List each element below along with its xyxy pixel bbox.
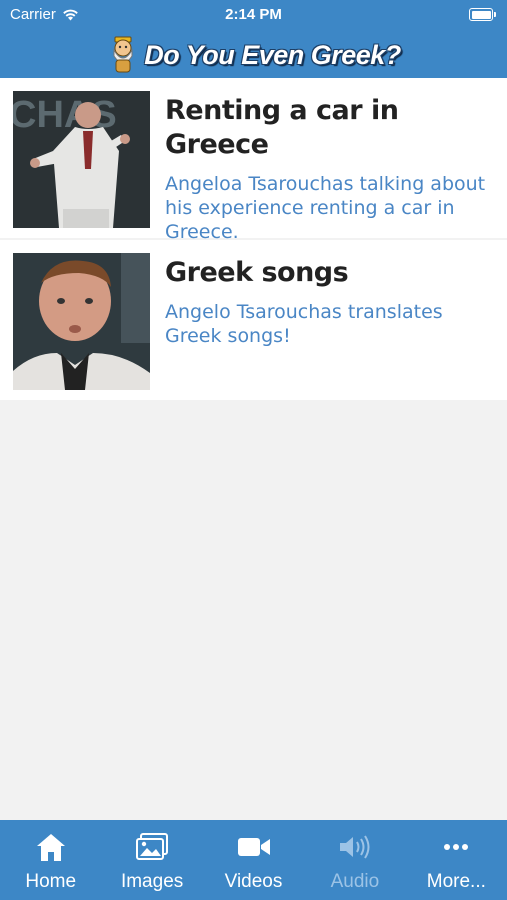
item-title: Greek songs [165,257,349,288]
list-item-greek-songs[interactable]: Greek songs Angelo Tsarouchas translates… [0,240,507,400]
tab-bar: Home Images Videos Audio More... [0,820,507,900]
tab-more[interactable]: More... [406,820,507,900]
item-text: Renting a car in Greece Angeloa Tsarouch… [165,94,489,244]
tab-videos[interactable]: Videos [203,820,304,900]
video-list: CHAS Renting a car in Greece Angeloa Tsa… [0,78,507,400]
home-icon [36,834,65,861]
tab-label: Home [25,871,77,892]
images-icon [136,833,169,860]
item-title: Renting a car in Greece [165,95,399,160]
item-description: Angelo Tsarouchas translates Greek songs… [165,301,443,347]
tab-label: More... [426,871,486,892]
list-item-renting-car[interactable]: CHAS Renting a car in Greece Angeloa Tsa… [0,78,507,243]
video-thumbnail: CHAS [13,91,150,228]
tab-label: Videos [224,871,283,892]
item-text: Greek songs Angelo Tsarouchas translates… [165,256,489,348]
zeus-mascot-icon [113,36,133,73]
tab-home[interactable]: Home [0,820,101,900]
video-thumbnail [13,253,150,390]
battery-icon [469,8,496,21]
status-bar: Carrier 2:14 PM [0,0,507,28]
tab-audio[interactable]: Audio [304,820,405,900]
tab-label: Audio [330,871,380,892]
speaker-icon [339,835,370,859]
status-time: 2:14 PM [225,6,282,23]
tab-label: Images [120,871,184,892]
app-header: Carrier 2:14 PM Do You Even Greek? [0,0,507,78]
app-title: Do You Even Greek? [144,39,401,70]
tab-images[interactable]: Images [101,820,202,900]
more-icon [444,844,469,850]
item-description: Angeloa Tsarouchas talking about his exp… [165,173,486,243]
app-logo: Do You Even Greek? [0,35,507,75]
video-camera-icon [237,838,270,856]
